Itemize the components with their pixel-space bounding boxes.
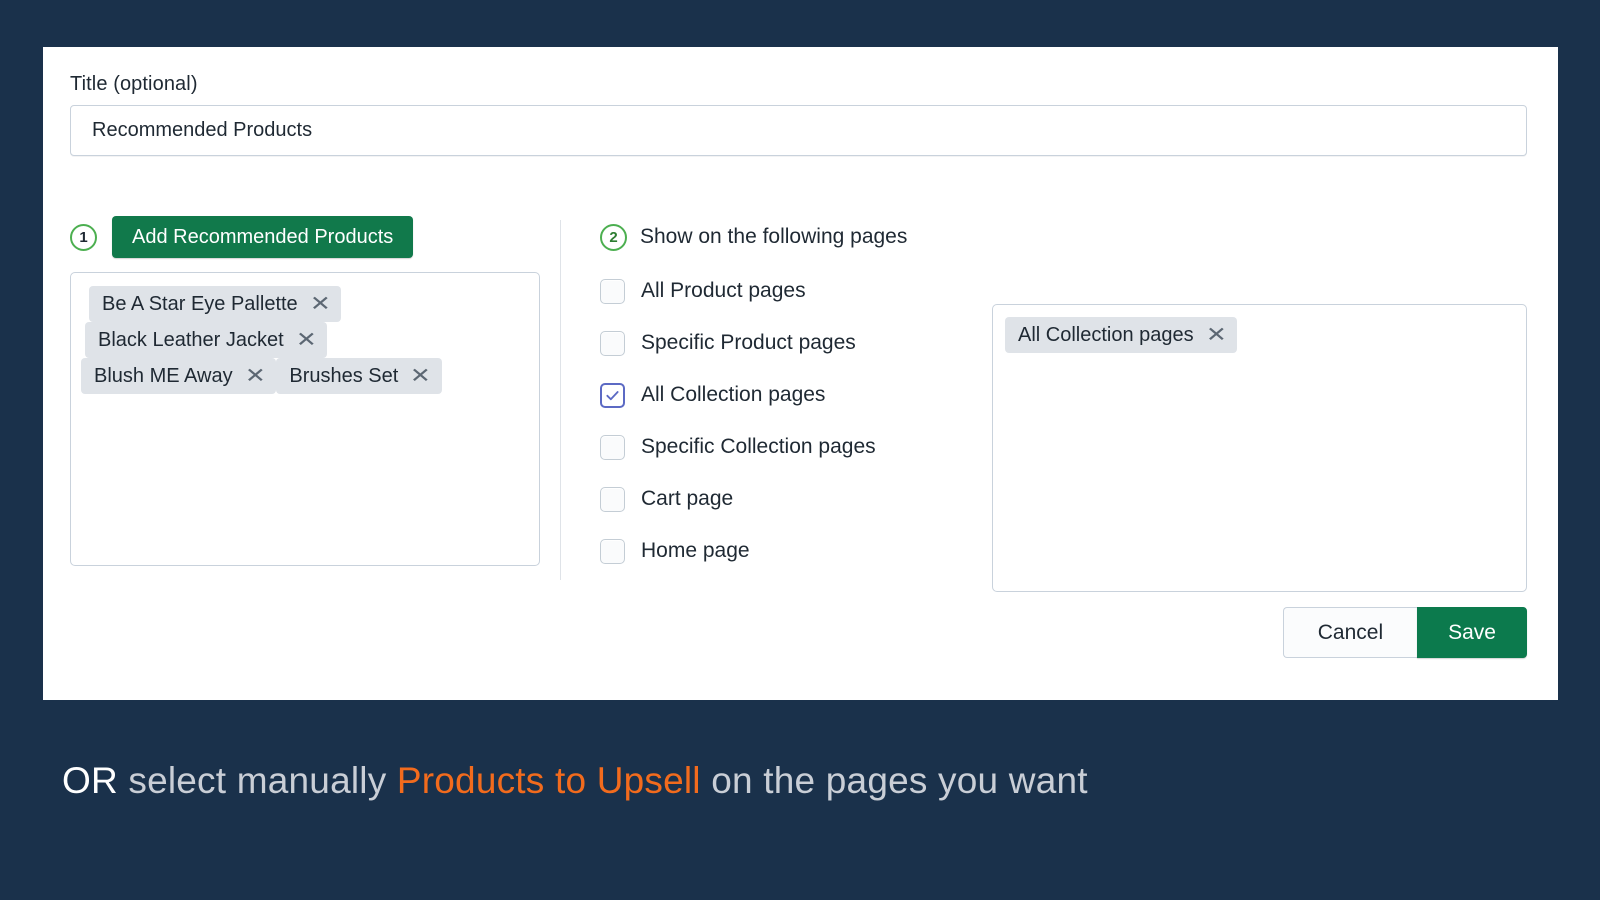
close-icon[interactable]: ✕ <box>310 294 331 315</box>
product-chip[interactable]: Black Leather Jacket ✕ <box>85 322 328 358</box>
checkbox-box[interactable] <box>600 278 625 304</box>
chip-row: Black Leather Jacket ✕ <box>85 322 529 358</box>
checkbox-option-home-page[interactable]: Home page <box>600 525 1000 577</box>
close-icon[interactable]: ✕ <box>296 330 317 351</box>
step-2-column: 2 Show on the following pages All Produc… <box>600 215 1000 577</box>
checkbox-box[interactable] <box>600 382 625 408</box>
close-icon[interactable]: ✕ <box>1206 325 1227 346</box>
cancel-button[interactable]: Cancel <box>1282 607 1418 658</box>
recommended-products-box[interactable]: Be A Star Eye Pallette ✕ Black Leather J… <box>70 272 540 566</box>
selected-page-chip-label: All Collection pages <box>1018 323 1194 346</box>
product-chip-label: Be A Star Eye Pallette <box>102 292 298 315</box>
checkbox-label: All Product pages <box>641 279 806 302</box>
save-button[interactable]: Save <box>1417 607 1527 658</box>
footer-actions: Cancel Save <box>1282 607 1527 658</box>
checkbox-box[interactable] <box>600 330 625 356</box>
chip-row: Blush ME Away ✕ Brushes Set ✕ <box>81 358 529 394</box>
step-2-header: 2 Show on the following pages <box>600 215 1000 259</box>
checkbox-option-specific-collection-pages[interactable]: Specific Collection pages <box>600 421 1000 473</box>
selected-pages-panel[interactable]: All Collection pages ✕ <box>992 304 1527 592</box>
product-chip-list: Be A Star Eye Pallette ✕ Black Leather J… <box>81 286 529 394</box>
close-icon[interactable]: ✕ <box>244 366 265 387</box>
checkbox-box[interactable] <box>600 538 625 564</box>
product-chip[interactable]: Brushes Set ✕ <box>276 358 443 394</box>
checkbox-label: Home page <box>641 539 750 562</box>
checkbox-option-specific-product-pages[interactable]: Specific Product pages <box>600 317 1000 369</box>
checkbox-box[interactable] <box>600 434 625 460</box>
product-chip-label: Blush ME Away <box>94 364 233 387</box>
step-1-header: 1 Add Recommended Products <box>70 215 540 259</box>
chip-row: Be A Star Eye Pallette ✕ <box>89 286 529 322</box>
step-1-column: 1 Add Recommended Products Be A Star Eye… <box>70 215 540 566</box>
add-recommended-products-button[interactable]: Add Recommended Products <box>112 216 414 258</box>
title-input[interactable] <box>70 105 1527 156</box>
caption-part-one: select manually <box>117 760 397 801</box>
product-chip[interactable]: Be A Star Eye Pallette ✕ <box>89 286 342 322</box>
checkbox-box[interactable] <box>600 486 625 512</box>
check-icon <box>606 390 619 400</box>
checkbox-option-cart-page[interactable]: Cart page <box>600 473 1000 525</box>
step-1-badge: 1 <box>70 223 97 251</box>
step-2-badge: 2 <box>600 223 627 251</box>
product-chip-label: Black Leather Jacket <box>98 328 284 351</box>
product-chip[interactable]: Blush ME Away ✕ <box>81 358 277 394</box>
column-divider <box>560 220 561 580</box>
checkbox-label: Specific Product pages <box>641 331 856 354</box>
checkbox-label: Cart page <box>641 487 734 510</box>
caption-highlight: Products to Upsell <box>396 760 701 801</box>
checkbox-option-all-collection-pages[interactable]: All Collection pages <box>600 369 1000 421</box>
checkbox-label: Specific Collection pages <box>641 435 876 458</box>
selected-page-chip[interactable]: All Collection pages ✕ <box>1005 317 1238 353</box>
step-2-heading: Show on the following pages <box>640 225 908 248</box>
close-icon[interactable]: ✕ <box>410 366 431 387</box>
caption-part-two: on the pages you want <box>700 760 1088 801</box>
checkbox-label: All Collection pages <box>641 383 826 406</box>
page-options-list: All Product pages Specific Product pages… <box>600 265 1000 577</box>
product-chip-label: Brushes Set <box>289 364 399 387</box>
caption-text: OR select manually Products to Upsell on… <box>62 760 1088 802</box>
checkbox-option-all-product-pages[interactable]: All Product pages <box>600 265 1000 317</box>
settings-card: Title (optional) 1 Add Recommended Produ… <box>43 47 1558 700</box>
caption-or: OR <box>62 760 118 801</box>
title-field-label: Title (optional) <box>70 73 198 95</box>
